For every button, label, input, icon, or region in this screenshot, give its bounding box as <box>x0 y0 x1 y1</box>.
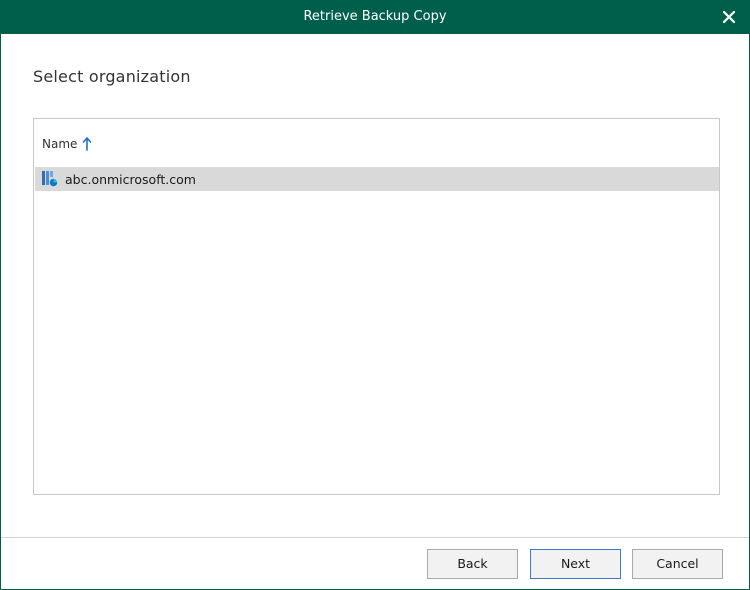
list-item[interactable]: abc.onmicrosoft.com <box>35 167 719 191</box>
organization-name: abc.onmicrosoft.com <box>65 171 196 187</box>
organization-icon <box>42 171 58 187</box>
footer-divider <box>1 537 749 538</box>
next-button[interactable]: Next <box>530 549 621 579</box>
retrieve-backup-copy-dialog: Retrieve Backup Copy Select organization… <box>0 0 750 590</box>
back-button[interactable]: Back <box>427 549 518 579</box>
page-heading: Select organization <box>33 67 191 86</box>
window-title: Retrieve Backup Copy <box>303 9 447 24</box>
title-bar: Retrieve Backup Copy <box>1 1 749 34</box>
column-header-name[interactable]: Name <box>42 135 92 153</box>
close-icon[interactable] <box>721 9 737 25</box>
organization-list[interactable]: Name abc.onmicrosoft.com <box>33 118 720 495</box>
cancel-button[interactable]: Cancel <box>632 549 723 579</box>
column-header-label: Name <box>42 137 78 151</box>
arrow-up-icon <box>83 137 92 151</box>
